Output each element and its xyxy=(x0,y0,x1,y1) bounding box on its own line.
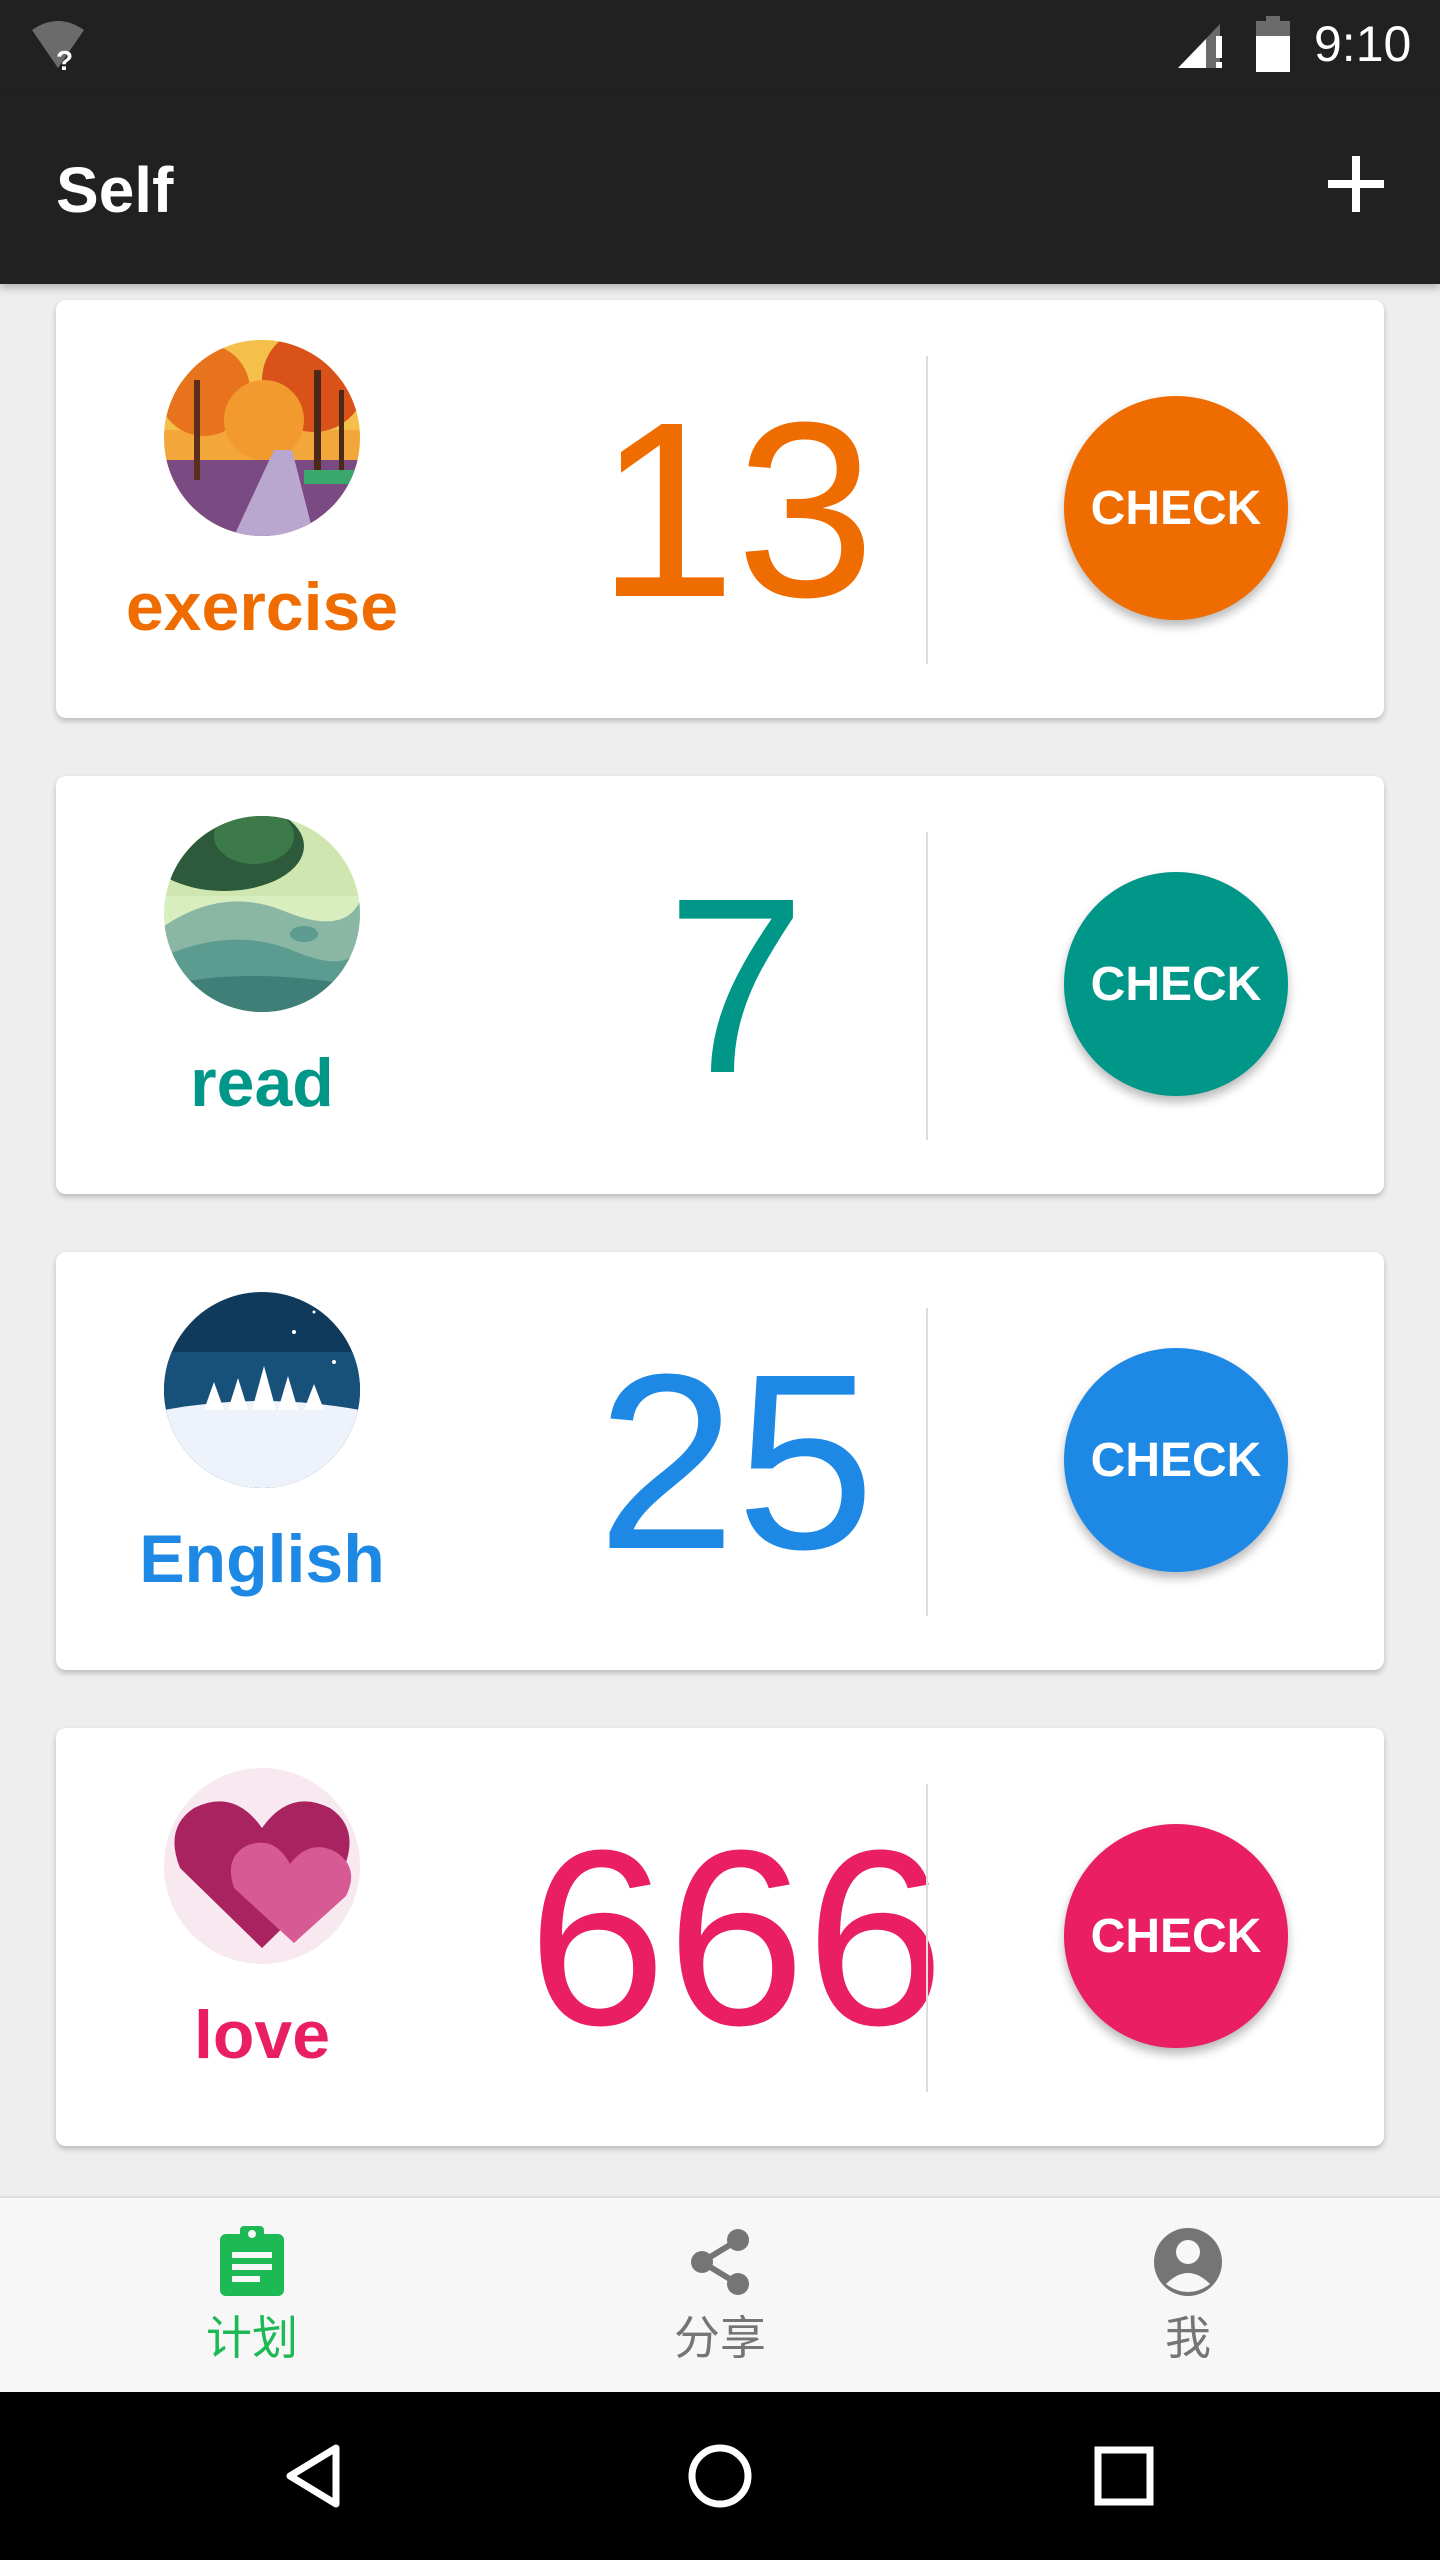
nav-item-me[interactable]: 我 xyxy=(948,2198,1428,2392)
habit-name: English xyxy=(139,1521,385,1597)
habit-name: love xyxy=(193,1997,331,2073)
habit-name: read xyxy=(190,1045,334,1121)
share-icon xyxy=(691,2229,749,2295)
habit-count: 13 xyxy=(596,370,876,649)
home-circle-icon[interactable] xyxy=(680,2436,760,2516)
cell-signal-alert-icon xyxy=(1178,24,1222,68)
habit-card[interactable]: English 25 CHECK xyxy=(56,1252,1384,1670)
card-divider xyxy=(926,356,928,664)
habit-count: 25 xyxy=(596,1322,876,1601)
habit-card[interactable]: love 666 CHECK xyxy=(56,1728,1384,2146)
habit-count: 666 xyxy=(527,1798,945,2077)
habit-image xyxy=(164,340,360,536)
recents-square-icon[interactable] xyxy=(1084,2436,1164,2516)
habit-count: 7 xyxy=(666,846,806,1125)
battery-icon xyxy=(1256,16,1290,72)
bottom-navigation: 计划 分享 我 xyxy=(0,2198,1440,2392)
habit-card[interactable]: exercise 13 CHECK xyxy=(56,300,1384,718)
check-button[interactable]: CHECK xyxy=(1064,1824,1288,2048)
clipboard-icon xyxy=(220,2226,284,2296)
card-divider xyxy=(926,1308,928,1616)
habit-name: exercise xyxy=(125,569,399,645)
check-button[interactable]: CHECK xyxy=(1064,1348,1288,1572)
card-divider xyxy=(926,1784,928,2092)
habit-card[interactable]: read 7 CHECK xyxy=(56,776,1384,1194)
habit-image xyxy=(164,1768,360,1964)
system-navigation-bar xyxy=(0,2392,1440,2560)
wifi-unknown-icon: ? xyxy=(32,21,84,72)
clock-time: 9:10 xyxy=(1314,16,1412,72)
account-circle-icon xyxy=(1154,2228,1222,2296)
nav-label-share: 分享 xyxy=(674,2311,766,2365)
plus-icon[interactable] xyxy=(1326,154,1386,214)
check-button[interactable]: CHECK xyxy=(1064,396,1288,620)
card-divider xyxy=(926,832,928,1140)
habit-image xyxy=(164,1292,360,1488)
nav-item-plan[interactable]: 计划 xyxy=(12,2198,492,2392)
habit-image xyxy=(164,816,360,1012)
nav-item-share[interactable]: 分享 xyxy=(480,2198,960,2392)
check-button[interactable]: CHECK xyxy=(1064,872,1288,1096)
nav-label-plan: 计划 xyxy=(206,2311,298,2365)
svg-text:?: ? xyxy=(56,45,73,72)
back-triangle-icon[interactable] xyxy=(276,2436,356,2516)
nav-label-me: 我 xyxy=(1165,2311,1211,2365)
app-bar: Self xyxy=(0,96,1440,284)
page-title: Self xyxy=(56,154,174,226)
status-bar: ? 9:10 xyxy=(0,0,1440,96)
